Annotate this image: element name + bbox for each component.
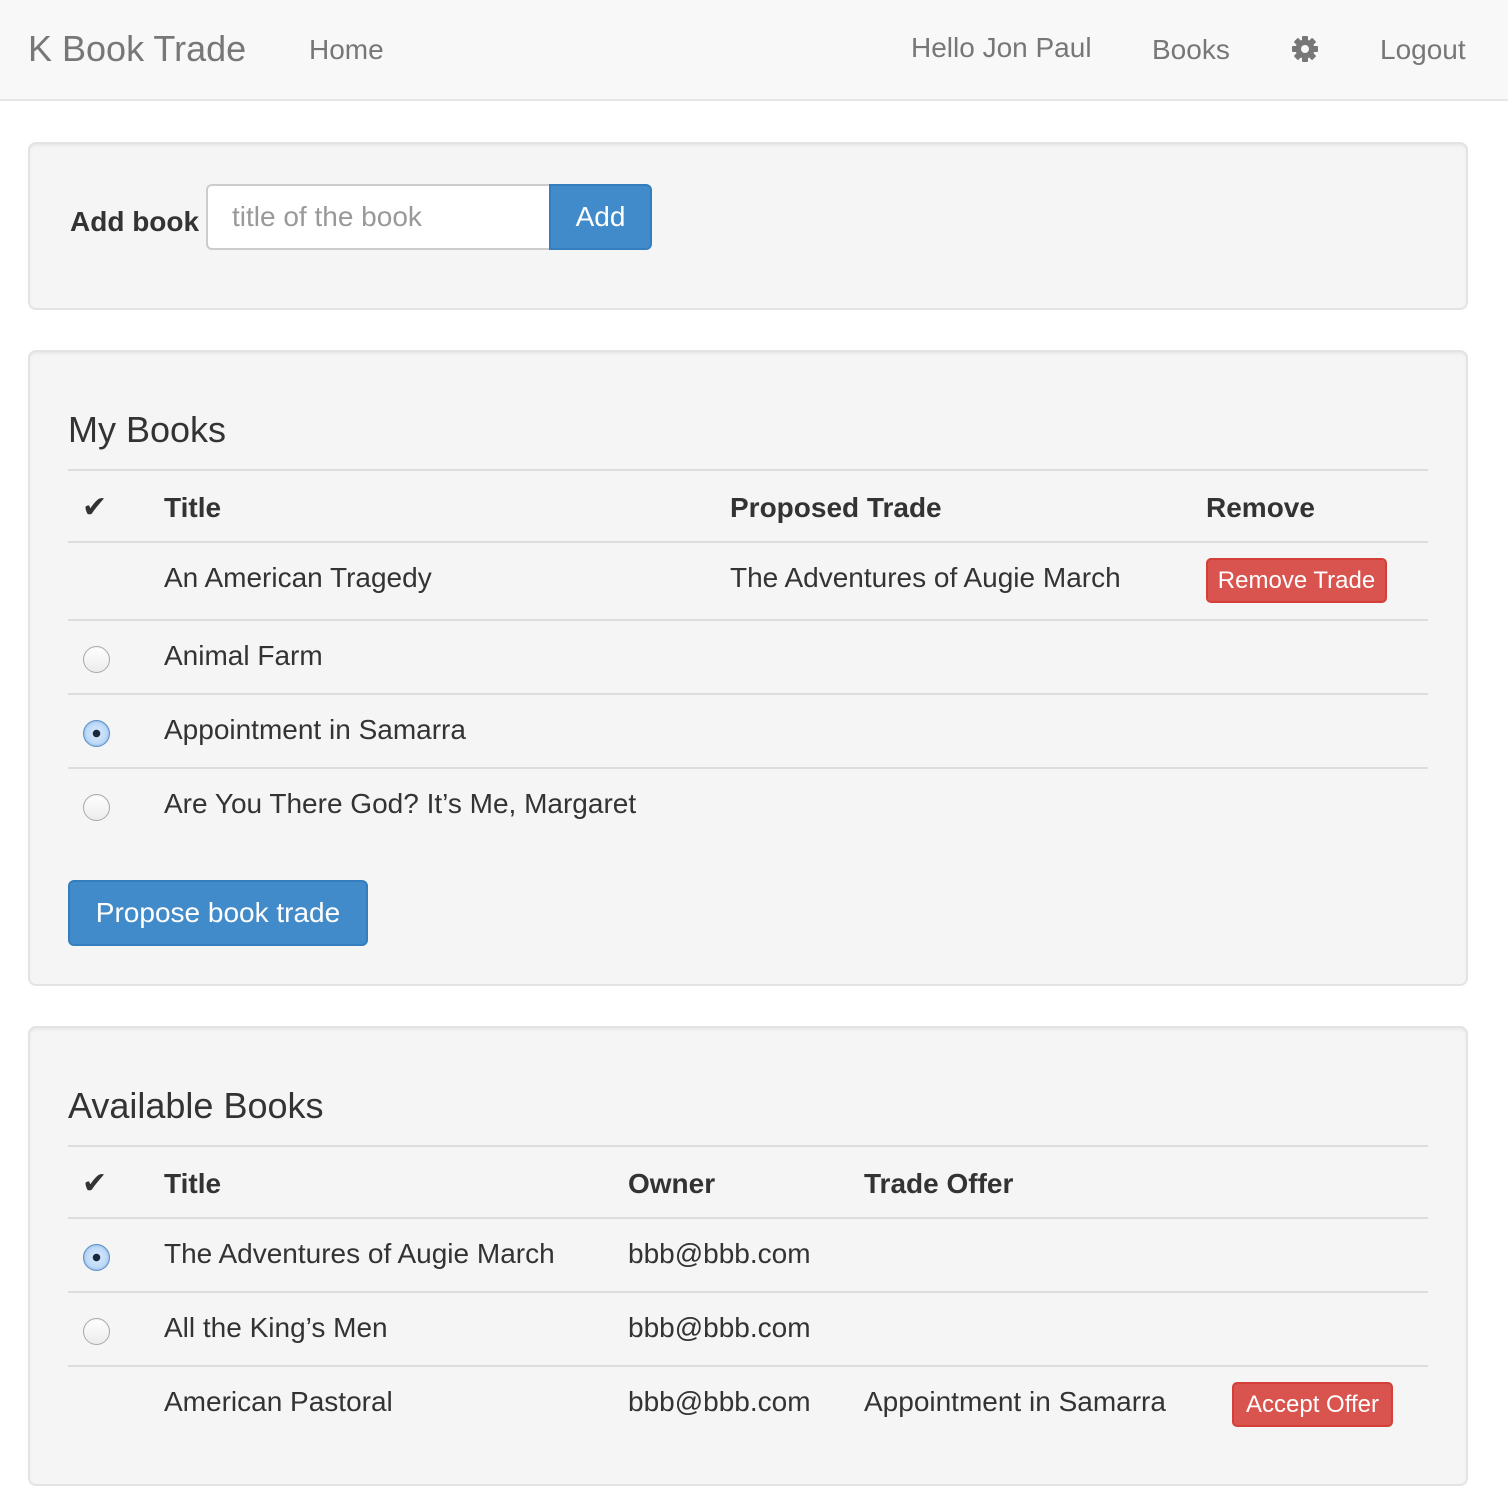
- book-select-radio[interactable]: [83, 1318, 110, 1345]
- divider: [68, 767, 1428, 769]
- navbar: K Book Trade Home Hello Jon Paul Books L…: [0, 0, 1508, 101]
- book-title: The Adventures of Augie March: [164, 1238, 555, 1269]
- remove-column-header: Remove: [1206, 492, 1315, 523]
- trade-offer-column-header: Trade Offer: [864, 1168, 1014, 1199]
- remove-trade-button[interactable]: Remove Trade: [1206, 558, 1387, 603]
- book-title: Animal Farm: [164, 640, 323, 671]
- accept-offer-button[interactable]: Accept Offer: [1232, 1382, 1393, 1427]
- divider: [68, 1217, 1428, 1219]
- book-owner: bbb@bbb.com: [628, 1238, 811, 1269]
- owner-column-header: Owner: [628, 1168, 716, 1199]
- book-owner: bbb@bbb.com: [628, 1386, 811, 1417]
- add-book-button[interactable]: Add: [549, 184, 652, 250]
- book-title: An American Tragedy: [164, 562, 432, 593]
- book-select-radio[interactable]: [83, 646, 110, 673]
- propose-trade-button[interactable]: Propose book trade: [68, 880, 368, 946]
- book-title-input[interactable]: [206, 184, 551, 250]
- book-select-radio[interactable]: [83, 794, 110, 821]
- add-book-label: Add book: [70, 206, 200, 237]
- title-column-header: Title: [164, 492, 222, 523]
- add-book-panel: Add book Add: [28, 142, 1468, 310]
- nav-home-link[interactable]: Home: [309, 32, 384, 68]
- divider: [68, 1291, 1428, 1293]
- my-books-panel: My Books ✔ Title Proposed Trade Remove A…: [28, 350, 1468, 986]
- book-title: American Pastoral: [164, 1386, 393, 1417]
- divider: [68, 469, 1428, 471]
- book-select-radio-checked[interactable]: [83, 1244, 110, 1271]
- user-greeting: Hello Jon Paul: [911, 32, 1092, 63]
- trade-offer-title: Appointment in Samarra: [864, 1386, 1166, 1417]
- divider: [68, 1145, 1428, 1147]
- nav-logout-link[interactable]: Logout: [1380, 32, 1466, 68]
- divider: [68, 619, 1428, 621]
- nav-books-link[interactable]: Books: [1152, 32, 1230, 68]
- check-column-header: ✔: [82, 1167, 108, 1200]
- available-books-title: Available Books: [68, 1085, 324, 1126]
- divider: [68, 1365, 1428, 1367]
- title-column-header: Title: [164, 1168, 222, 1199]
- divider: [68, 541, 1428, 543]
- check-column-header: ✔: [82, 491, 108, 524]
- divider: [68, 693, 1428, 695]
- book-owner: bbb@bbb.com: [628, 1312, 811, 1343]
- proposed-trade-column-header: Proposed Trade: [730, 492, 942, 523]
- my-books-title: My Books: [68, 409, 227, 450]
- brand-link[interactable]: K Book Trade: [28, 27, 246, 71]
- available-books-panel: Available Books ✔ Title Owner Trade Offe…: [28, 1026, 1468, 1486]
- book-title: Are You There God? It’s Me, Margaret: [164, 788, 637, 819]
- book-select-radio-checked[interactable]: [83, 720, 110, 747]
- proposed-trade-title: The Adventures of Augie March: [730, 562, 1121, 593]
- gear-icon[interactable]: [1289, 33, 1321, 65]
- book-title: Appointment in Samarra: [164, 714, 466, 745]
- book-title: All the King’s Men: [164, 1312, 388, 1343]
